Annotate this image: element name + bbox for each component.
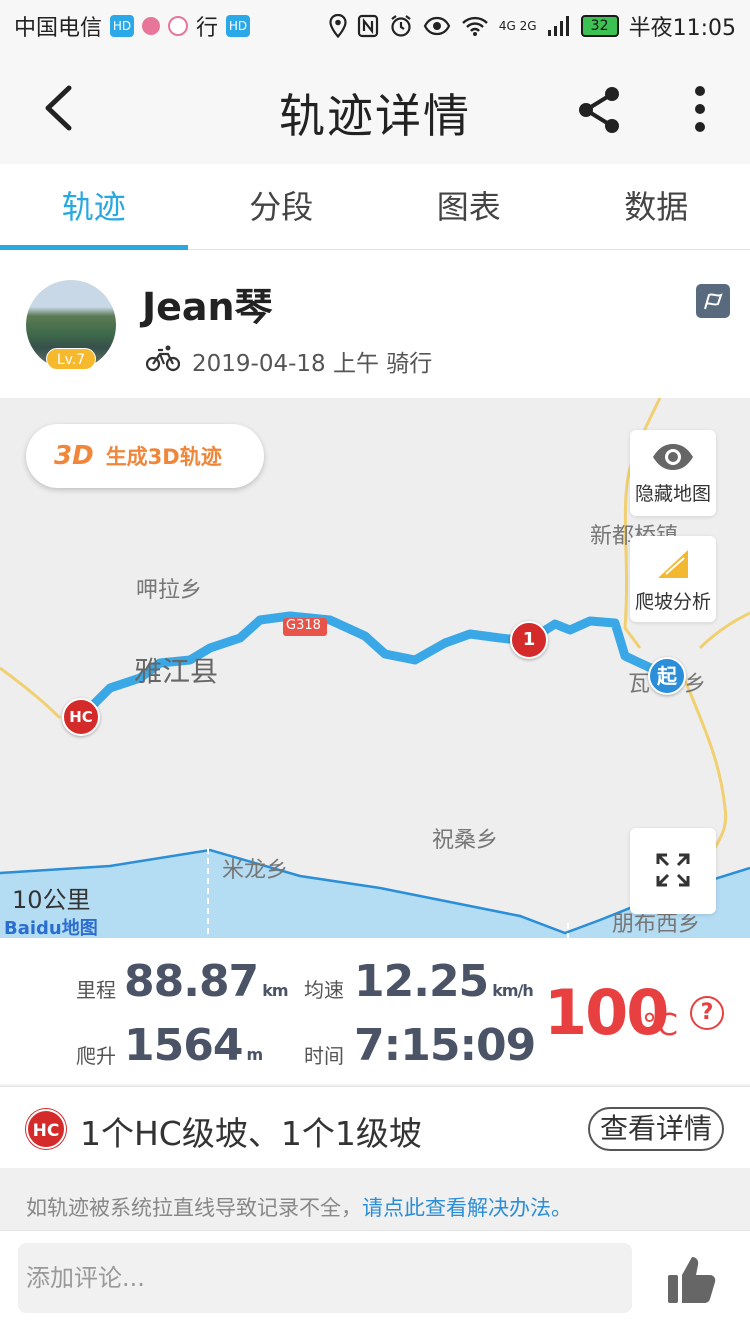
fullscreen-button[interactable]: [630, 828, 716, 914]
comment-bar: [0, 1230, 750, 1333]
distance-value-group: 88.87 km: [124, 956, 289, 1007]
hd-icon-2: HD: [226, 15, 251, 37]
hc-badge: HC: [26, 1109, 66, 1149]
hd-icon: HD: [110, 15, 135, 37]
face-notification-icon: [168, 16, 189, 36]
generate-3d-label: 生成3D轨迹: [105, 445, 222, 469]
speed-label: 均速: [304, 978, 344, 1002]
3d-icon: 3D: [54, 441, 94, 471]
speed-value-group: 12.25 km/h: [354, 956, 534, 1007]
status-right: 4G 2G 32 半夜11:05: [329, 10, 736, 42]
route-map[interactable]: G318 雅江县 呷拉乡 新都桥镇 瓦 乡 祝桑乡 米龙乡 朋布西乡 HC 1 …: [0, 398, 750, 938]
clock-label: 半夜11:05: [628, 16, 736, 41]
notice-link[interactable]: 请点此查看解决办法。: [362, 1196, 572, 1220]
eye-care-icon: [423, 16, 451, 36]
place-yala: 呷拉乡: [136, 578, 203, 603]
wifi-icon: [462, 16, 488, 36]
climb-value: 1564: [124, 1020, 243, 1071]
place-wa: 瓦: [628, 672, 651, 697]
extra-status-label: 行: [196, 16, 219, 41]
speed-unit: km/h: [492, 981, 534, 1000]
like-button[interactable]: [664, 1253, 720, 1307]
time-label: 时间: [304, 1044, 344, 1068]
climb-analysis-button[interactable]: 爬坡分析: [630, 536, 716, 622]
place-wa-suffix: 乡: [684, 672, 707, 697]
app-notification-icon: [142, 17, 161, 35]
nfc-icon: [357, 14, 379, 38]
username[interactable]: Jean琴: [142, 276, 273, 331]
generate-3d-button[interactable]: 3D 生成3D轨迹: [26, 424, 264, 488]
tab-charts[interactable]: 图表: [375, 164, 563, 249]
carrier-label: 中国电信: [14, 16, 103, 41]
level-badge: Lv.7: [46, 348, 96, 370]
distance-label: 里程: [76, 978, 116, 1002]
place-milong: 米龙乡: [222, 858, 289, 883]
report-button[interactable]: [696, 284, 730, 318]
eye-icon: [653, 444, 693, 470]
map-road: [0, 666, 62, 720]
comment-input[interactable]: [18, 1243, 632, 1313]
tab-data[interactable]: 数据: [563, 164, 750, 249]
status-bar: 中国电信 HD 行 HD 4G 2G 32 半夜11:05: [0, 0, 750, 52]
alarm-icon: [391, 15, 411, 37]
speed-value: 12.25: [354, 956, 489, 1007]
tab-segments[interactable]: 分段: [188, 164, 376, 249]
help-button[interactable]: ?: [690, 996, 724, 1030]
page-title: 轨迹详情: [279, 89, 471, 143]
more-button[interactable]: [680, 82, 720, 138]
share-icon: [579, 87, 619, 133]
ride-meta: 2019-04-18 上午 骑行: [192, 351, 433, 377]
climb-value-group: 1564 m: [124, 1020, 263, 1071]
map-scale: 10公里: [12, 886, 91, 914]
marker-hc[interactable]: HC: [62, 698, 100, 736]
climb-summary: HC 1个HC级坡、1个1级坡 查看详情: [0, 1086, 750, 1168]
thumbs-up-icon: [668, 1257, 716, 1303]
climb-summary-text: 1个HC级坡、1个1级坡: [80, 1114, 422, 1153]
ride-stats: 里程 88.87 km 均速 12.25 km/h 爬升 1564 m 时间 7:15…: [0, 938, 750, 1084]
notice-text: 如轨迹被系统拉直线导致记录不全，: [26, 1196, 362, 1220]
user-info: Lv.7 Jean琴 2019-04-18 上午 骑行: [0, 250, 750, 398]
track-notice: 如轨迹被系统拉直线导致记录不全，请点此查看解决办法。: [0, 1168, 750, 1230]
climb-analysis-label: 爬坡分析: [634, 591, 711, 613]
place-zhusang: 祝桑乡: [432, 828, 499, 853]
marker-start[interactable]: 起: [648, 657, 686, 695]
chevron-left-icon: [45, 85, 72, 131]
battery-icon: 32: [580, 15, 619, 37]
tab-track[interactable]: 轨迹: [0, 164, 188, 250]
hide-map-label: 隐藏地图: [634, 483, 711, 505]
back-button[interactable]: [30, 78, 86, 138]
bicycle-icon: [146, 345, 180, 372]
place-yajiang: 雅江县: [134, 655, 219, 688]
distance-unit: km: [262, 981, 288, 1000]
status-left: 中国电信 HD 行 HD: [14, 10, 251, 42]
flag-icon: [704, 293, 723, 310]
distance-value: 88.87: [124, 956, 259, 1007]
view-details-button[interactable]: 查看详情: [588, 1107, 724, 1151]
hide-map-button[interactable]: 隐藏地图: [630, 430, 716, 516]
slope-icon: [658, 550, 688, 578]
time-value: 7:15:09: [354, 1020, 536, 1071]
climb-unit: m: [246, 1045, 263, 1064]
top-header: 轨迹详情: [0, 52, 750, 164]
tab-bar: 轨迹 分段 图表 数据: [0, 164, 750, 250]
share-button[interactable]: [572, 82, 628, 138]
climb-label: 爬升: [76, 1044, 116, 1068]
baidu-logo: Baidu地图: [4, 918, 98, 938]
marker-one[interactable]: 1: [510, 621, 548, 659]
road-label: G318: [286, 618, 321, 633]
signal-icon: [547, 16, 569, 36]
temperature-unit: °C: [642, 1008, 678, 1043]
network-label: 4G 2G: [498, 19, 537, 33]
more-vertical-icon: [695, 86, 705, 132]
location-icon: [329, 14, 347, 38]
expand-icon: [656, 853, 690, 887]
